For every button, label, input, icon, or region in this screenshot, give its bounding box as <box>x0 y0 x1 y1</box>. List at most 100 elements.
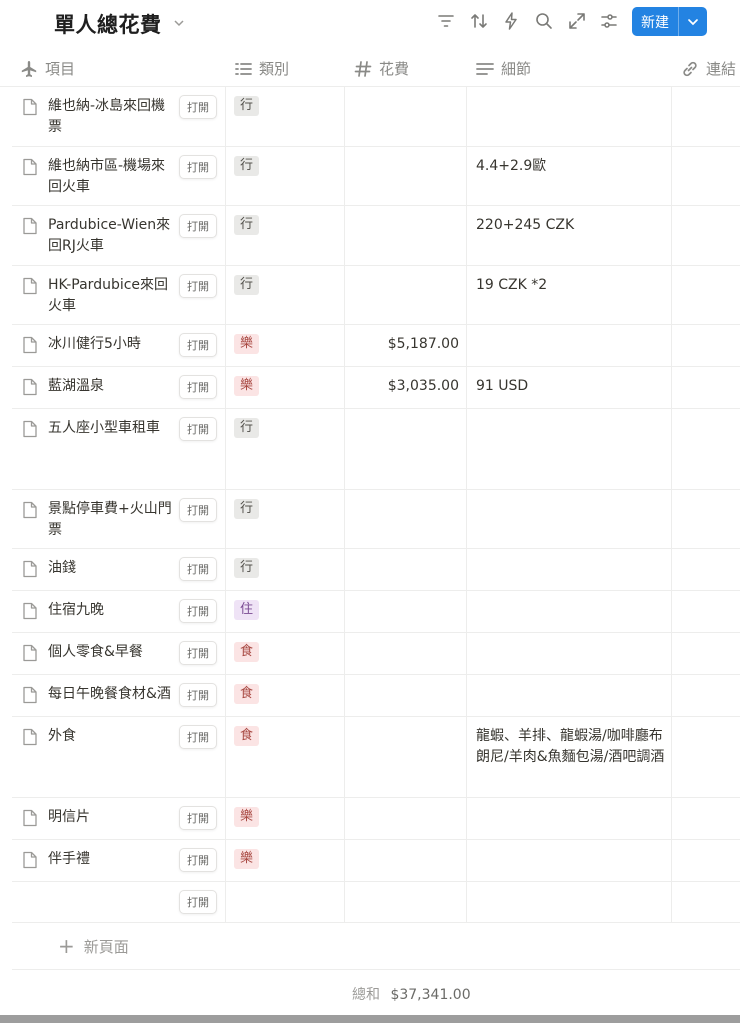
open-button[interactable]: 打開 <box>179 214 217 238</box>
category-tag: 樂 <box>234 807 260 827</box>
row-title[interactable]: Pardubice-Wien來回RJ火車 <box>48 215 176 257</box>
category-tag: 行 <box>234 156 260 176</box>
list-icon <box>233 59 253 79</box>
table-row[interactable]: 冰川健行5小時 打開 樂 $5,187.00 <box>12 325 740 367</box>
row-title[interactable]: 外食 <box>48 726 176 747</box>
document-icon <box>23 98 37 116</box>
lightning-icon[interactable] <box>501 11 521 31</box>
sum-calculation[interactable]: 總和 $37,341.00 <box>352 984 471 1004</box>
document-icon <box>23 728 37 746</box>
open-button[interactable]: 打開 <box>179 725 217 749</box>
new-button[interactable]: 新建 <box>632 7 707 36</box>
cost-value: $5,187.00 <box>387 336 459 352</box>
row-title[interactable]: 藍湖溫泉 <box>48 376 176 397</box>
category-tag: 樂 <box>234 849 260 869</box>
table-row[interactable]: 五人座小型車租車 打開 行 <box>12 409 740 490</box>
table-row[interactable]: 藍湖溫泉 打開 樂 $3,035.00 91 USD <box>12 367 740 409</box>
cost-value: $3,035.00 <box>387 378 459 394</box>
open-button[interactable]: 打開 <box>179 557 217 581</box>
table-row[interactable]: 每日午晚餐食材&酒 打開 食 <box>12 675 740 717</box>
column-header-row: 項目 類別 花費 細節 連結 <box>0 50 740 87</box>
document-icon <box>23 602 37 620</box>
document-icon <box>23 277 37 295</box>
document-icon <box>23 686 37 704</box>
category-tag: 食 <box>234 642 260 662</box>
category-tag: 食 <box>234 726 260 746</box>
table-row[interactable]: HK-Pardubice來回火車 打開 行 19 CZK *2 <box>12 266 740 325</box>
open-button[interactable]: 打開 <box>179 848 217 872</box>
category-tag: 樂 <box>234 376 260 396</box>
row-title[interactable]: 每日午晚餐食材&酒 <box>48 684 184 705</box>
row-title[interactable]: 維也納市區-機場來回火車 <box>48 156 176 198</box>
table-row[interactable]: 油錢 打開 行 <box>12 549 740 591</box>
sort-icon[interactable] <box>469 11 489 31</box>
row-title[interactable]: HK-Pardubice來回火車 <box>48 275 176 317</box>
column-header-cost-label: 花費 <box>379 60 410 78</box>
table-row[interactable]: 伴手禮 打開 樂 <box>12 840 740 882</box>
row-title[interactable]: 五人座小型車租車 <box>48 418 176 439</box>
open-button[interactable]: 打開 <box>179 333 217 357</box>
column-header-cost[interactable]: 花費 <box>353 50 409 87</box>
open-button[interactable]: 打開 <box>179 95 217 119</box>
airplane-icon <box>19 59 39 79</box>
table-row[interactable]: 個人零食&早餐 打開 食 <box>12 633 740 675</box>
sum-label: 總和 <box>352 987 380 1003</box>
expand-icon[interactable] <box>567 11 587 31</box>
detail-value: 19 CZK *2 <box>476 277 548 293</box>
open-button[interactable]: 打開 <box>179 890 217 914</box>
plus-icon: + <box>58 934 75 958</box>
new-button-chevron-icon[interactable] <box>679 7 707 36</box>
category-tag: 行 <box>234 275 260 295</box>
row-title[interactable]: 個人零食&早餐 <box>48 642 176 663</box>
horizontal-scrollbar[interactable] <box>0 1015 740 1023</box>
open-button[interactable]: 打開 <box>179 417 217 441</box>
open-button[interactable]: 打開 <box>179 498 217 522</box>
new-page-button[interactable]: + 新頁面 <box>58 931 129 961</box>
category-tag: 住 <box>234 600 260 620</box>
table-row[interactable]: 維也納-冰島來回機票 打開 行 <box>12 87 740 147</box>
row-title[interactable]: 維也納-冰島來回機票 <box>48 96 176 138</box>
open-button[interactable]: 打開 <box>179 806 217 830</box>
table-row[interactable]: 明信片 打開 樂 <box>12 798 740 840</box>
document-icon <box>23 420 37 438</box>
open-button[interactable]: 打開 <box>179 155 217 179</box>
document-icon <box>23 644 37 662</box>
open-button[interactable]: 打開 <box>179 599 217 623</box>
row-title[interactable]: 明信片 <box>48 807 176 828</box>
hash-icon <box>353 59 373 79</box>
row-title[interactable]: 油錢 <box>48 558 176 579</box>
open-button[interactable]: 打開 <box>179 683 217 707</box>
header: 單人總花費 新建 <box>0 0 740 46</box>
table-row[interactable]: 住宿九晚 打開 住 <box>12 591 740 633</box>
column-header-detail-label: 細節 <box>501 60 532 78</box>
column-header-link-label: 連結 <box>706 60 737 78</box>
table-row[interactable]: 外食 打開 食 龍蝦、羊排、龍蝦湯/咖啡廳布朗尼/羊肉&魚麵包湯/酒吧調酒 <box>12 717 740 798</box>
search-icon[interactable] <box>534 11 554 31</box>
document-icon <box>23 809 37 827</box>
detail-value: 4.4+2.9歐 <box>476 158 547 174</box>
open-button[interactable]: 打開 <box>179 641 217 665</box>
document-icon <box>23 378 37 396</box>
row-title[interactable]: 景點停車費+火山門票 <box>48 499 176 541</box>
column-header-link[interactable]: 連結 <box>680 50 736 87</box>
table-row[interactable]: Pardubice-Wien來回RJ火車 打開 行 220+245 CZK <box>12 206 740 266</box>
detail-value: 91 USD <box>476 378 529 394</box>
open-button[interactable]: 打開 <box>179 274 217 298</box>
filter-icon[interactable] <box>436 11 456 31</box>
detail-value: 龍蝦、羊排、龍蝦湯/咖啡廳布朗尼/羊肉&魚麵包湯/酒吧調酒 <box>476 728 665 765</box>
table-row[interactable]: 維也納市區-機場來回火車 打開 行 4.4+2.9歐 <box>12 147 740 206</box>
category-tag: 食 <box>234 684 260 704</box>
chevron-down-icon[interactable] <box>172 16 186 30</box>
table-row[interactable]: 景點停車費+火山門票 打開 行 <box>12 490 740 549</box>
table-row-empty[interactable]: 打開 <box>12 882 740 923</box>
column-header-item[interactable]: 項目 <box>19 50 75 87</box>
column-header-detail[interactable]: 細節 <box>475 50 531 87</box>
document-icon <box>23 158 37 176</box>
row-title[interactable]: 伴手禮 <box>48 849 176 870</box>
row-title[interactable]: 冰川健行5小時 <box>48 334 176 355</box>
column-header-category[interactable]: 類別 <box>233 50 289 87</box>
settings-sliders-icon[interactable] <box>599 11 619 31</box>
row-title[interactable]: 住宿九晚 <box>48 600 176 621</box>
page-title[interactable]: 單人總花費 <box>54 9 162 39</box>
open-button[interactable]: 打開 <box>179 375 217 399</box>
